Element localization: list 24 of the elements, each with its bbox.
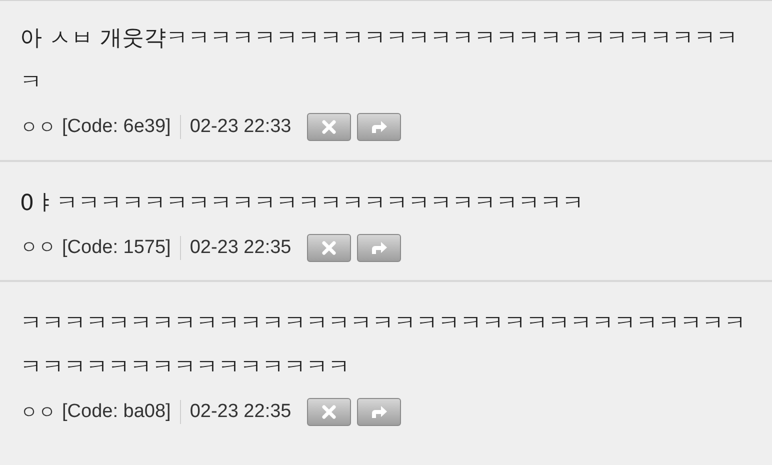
author-name: ㅇㅇ <box>20 236 56 260</box>
user-code: [Code: ba08] <box>62 400 171 424</box>
reply-button[interactable] <box>357 113 402 142</box>
reply-button[interactable] <box>357 398 402 426</box>
delete-button[interactable] <box>307 234 352 262</box>
delete-button[interactable] <box>307 398 352 426</box>
comment-time: 02-23 22:35 <box>190 400 292 424</box>
arrow-icon <box>370 405 388 420</box>
reply-button[interactable] <box>357 234 402 262</box>
arrow-icon <box>370 240 388 255</box>
user-code: [Code: 1575] <box>62 236 171 260</box>
close-icon <box>322 120 336 134</box>
arrow-icon <box>370 120 388 134</box>
delete-button[interactable] <box>307 113 352 142</box>
user-code: [Code: 6e39] <box>62 115 171 139</box>
author-name: ㅇㅇ <box>20 400 56 425</box>
comment-time: 02-23 22:35 <box>190 236 292 260</box>
close-icon <box>322 240 336 255</box>
comment-text: 0ㅑㅋㅋㅋㅋㅋㅋㅋㅋㅋㅋㅋㅋㅋㅋㅋㅋㅋㅋㅋㅋㅋㅋㅋㅋ <box>20 190 585 218</box>
author-name: ㅇㅇ <box>20 116 56 140</box>
comment-time: 02-23 22:33 <box>190 115 292 139</box>
comment-text: ㅋㅋㅋㅋㅋㅋㅋㅋㅋㅋㅋㅋㅋㅋㅋㅋㅋㅋㅋㅋㅋㅋㅋㅋㅋㅋㅋㅋㅋㅋㅋㅋㅋㅋㅋㅋㅋㅋㅋㅋㅋㅋㅋㅋㅋㅋㅋㅋ <box>20 310 747 382</box>
close-icon <box>322 405 336 420</box>
comment-text: 아 ㅅㅂ 개웃갹ㅋㅋㅋㅋㅋㅋㅋㅋㅋㅋㅋㅋㅋㅋㅋㅋㅋㅋㅋㅋㅋㅋㅋㅋㅋㅋㅋ <box>20 25 739 97</box>
